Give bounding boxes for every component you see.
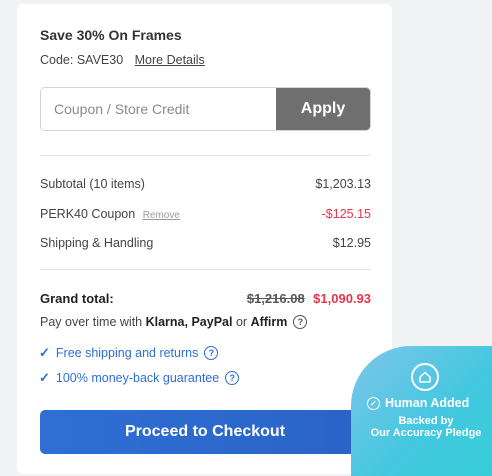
pay-over-brands: Klarna, PayPal: [145, 315, 233, 329]
more-details-link[interactable]: More Details: [135, 53, 205, 67]
divider: [40, 155, 371, 156]
subtotal-value: $1,203.13: [315, 177, 371, 191]
promo-code-label: Code: SAVE30: [40, 53, 124, 67]
human-added-label: ✓ Human Added: [367, 396, 469, 410]
home-icon: [411, 363, 439, 391]
coupon-form: Apply: [40, 87, 371, 131]
help-icon[interactable]: ?: [204, 346, 219, 360]
check-icon: ✓: [39, 370, 50, 385]
subtotal-row: Subtotal (10 items) $1,203.13: [40, 177, 371, 191]
shipping-label: Shipping & Handling: [40, 236, 154, 250]
benefit-label: Free shipping and returns: [55, 346, 199, 360]
shipping-value: $12.95: [332, 236, 371, 250]
pay-over-prefix: Pay over time with: [40, 315, 143, 329]
order-summary-card: Save 30% On Frames Code: SAVE30 More Det…: [17, 4, 392, 474]
grand-total-label: Grand total:: [40, 291, 114, 306]
pay-over-affirm: Affirm: [250, 315, 288, 329]
help-icon[interactable]: ?: [293, 315, 308, 329]
proceed-to-checkout-button[interactable]: Proceed to Checkout: [40, 410, 370, 454]
coupon-row-label: PERK40 Coupon: [40, 207, 136, 221]
pay-over-time: Pay over time with Klarna, PayPal or Aff…: [40, 315, 308, 329]
benefit-money-back: ✓ 100% money-back guarantee ?: [39, 370, 240, 386]
badge-line1: Backed by: [398, 415, 454, 427]
coupon-row-label-group: PERK40 Coupon Remove: [40, 207, 180, 221]
remove-coupon-link[interactable]: Remove: [143, 210, 180, 221]
coupon-input[interactable]: [41, 88, 276, 130]
apply-button[interactable]: Apply: [276, 88, 370, 130]
grand-total-old-price: $1,216.08: [246, 291, 305, 306]
coupon-row: PERK40 Coupon Remove -$125.15: [40, 207, 371, 221]
coupon-discount-value: -$125.15: [321, 207, 371, 221]
pay-over-or: or: [235, 315, 248, 329]
shipping-row: Shipping & Handling $12.95: [40, 236, 371, 250]
badge-title: Human Added: [385, 396, 470, 410]
divider: [40, 269, 371, 270]
benefit-free-shipping: ✓ Free shipping and returns ?: [39, 345, 219, 361]
check-icon: ✓: [39, 345, 50, 360]
badge-subtitle: Backed by Our Accuracy Pledge: [351, 415, 492, 439]
check-circle-icon: ✓: [367, 396, 380, 410]
badge-line2: Our Accuracy Pledge: [370, 427, 482, 439]
help-icon[interactable]: ?: [225, 371, 240, 385]
benefit-label: 100% money-back guarantee: [55, 371, 220, 385]
promo-title: Save 30% On Frames: [40, 27, 182, 43]
subtotal-label: Subtotal (10 items): [40, 177, 145, 191]
grand-total-row: Grand total: $1,216.08 $1,090.93: [40, 290, 371, 308]
promo-code: Code: SAVE30 More Details: [40, 53, 205, 67]
grand-total-prices: $1,216.08 $1,090.93: [247, 290, 371, 308]
grand-total-new-price: $1,090.93: [313, 291, 371, 306]
